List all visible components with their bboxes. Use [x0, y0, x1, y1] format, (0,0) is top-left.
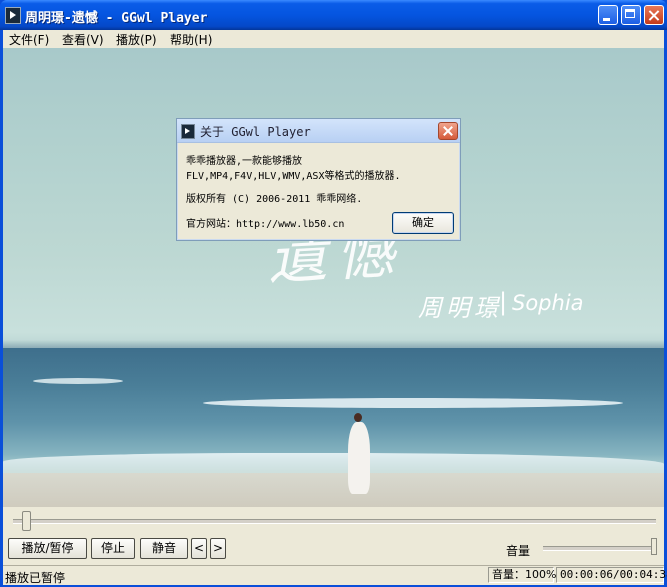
app-icon	[5, 7, 21, 24]
volume-slider[interactable]	[543, 546, 655, 551]
menu-view[interactable]: 查看(V)	[59, 31, 107, 48]
menu-bar: 文件(F) 查看(V) 播放(P) 帮助(H)	[3, 30, 664, 48]
seek-bar[interactable]	[13, 519, 656, 524]
about-website: 官方网站：http://www.lb50.cn	[186, 219, 345, 230]
video-shore-foam	[3, 453, 664, 475]
stop-button[interactable]: 停止	[91, 538, 135, 559]
status-volume: 音量：100%	[488, 567, 556, 583]
maximize-button[interactable]	[621, 5, 641, 25]
about-dialog: 关于 GGwl Player 乖乖播放器,一款能够播放 FLV,MP4,F4V,…	[176, 118, 461, 241]
title-bar[interactable]: 周明璟-遗憾 - GGwl Player	[0, 0, 667, 30]
about-dialog-title-bar[interactable]: 关于 GGwl Player	[177, 119, 460, 143]
mute-button[interactable]: 静音	[140, 538, 188, 559]
about-close-button[interactable]	[438, 122, 458, 140]
video-artist-en: Sophia	[512, 291, 584, 315]
about-ok-button[interactable]: 确定	[392, 212, 454, 234]
status-bar: 播放已暂停 音量：100% 00:00:06/00:04:38	[3, 565, 667, 585]
about-description-line2: FLV,MP4,F4V,HLV,WMV,ASX等格式的播放器.	[186, 171, 401, 182]
seek-thumb[interactable]	[21, 511, 31, 531]
close-button[interactable]	[644, 5, 664, 25]
volume-thumb[interactable]	[651, 538, 657, 555]
status-message: 播放已暂停	[5, 571, 66, 585]
video-area[interactable]: 遺憾 周明璟 | Sophia 关于 GGwl Player 乖乖播放器,一款能…	[3, 48, 664, 507]
minimize-button[interactable]	[598, 5, 618, 25]
video-wave	[203, 398, 623, 408]
app-icon	[181, 124, 195, 139]
video-sand	[3, 473, 664, 507]
about-dialog-title: 关于 GGwl Player	[200, 125, 311, 139]
next-button[interactable]: >	[210, 538, 226, 559]
menu-play[interactable]: 播放(P)	[113, 31, 160, 48]
video-wave	[33, 378, 123, 384]
video-figure	[348, 413, 370, 498]
window-title: 周明璟-遗憾 - GGwl Player	[25, 11, 208, 26]
video-artist-cn: 周明璟	[418, 294, 502, 322]
client-area: 文件(F) 查看(V) 播放(P) 帮助(H) 遺憾 周明璟 | Sophia …	[3, 30, 667, 585]
about-description-line1: 乖乖播放器,一款能够播放	[186, 156, 303, 167]
previous-button[interactable]: <	[191, 538, 207, 559]
status-time: 00:00:06/00:04:38	[556, 567, 667, 583]
menu-help[interactable]: 帮助(H)	[167, 31, 215, 48]
menu-file[interactable]: 文件(F)	[6, 31, 52, 48]
about-copyright: 版权所有 (C) 2006-2011 乖乖网络.	[186, 194, 363, 205]
player-window: 周明璟-遗憾 - GGwl Player 文件(F) 查看(V) 播放(P) 帮…	[0, 0, 667, 587]
volume-label: 音量	[506, 544, 531, 558]
play-pause-button[interactable]: 播放/暂停	[8, 538, 87, 559]
video-artist-separator: |	[499, 288, 508, 316]
